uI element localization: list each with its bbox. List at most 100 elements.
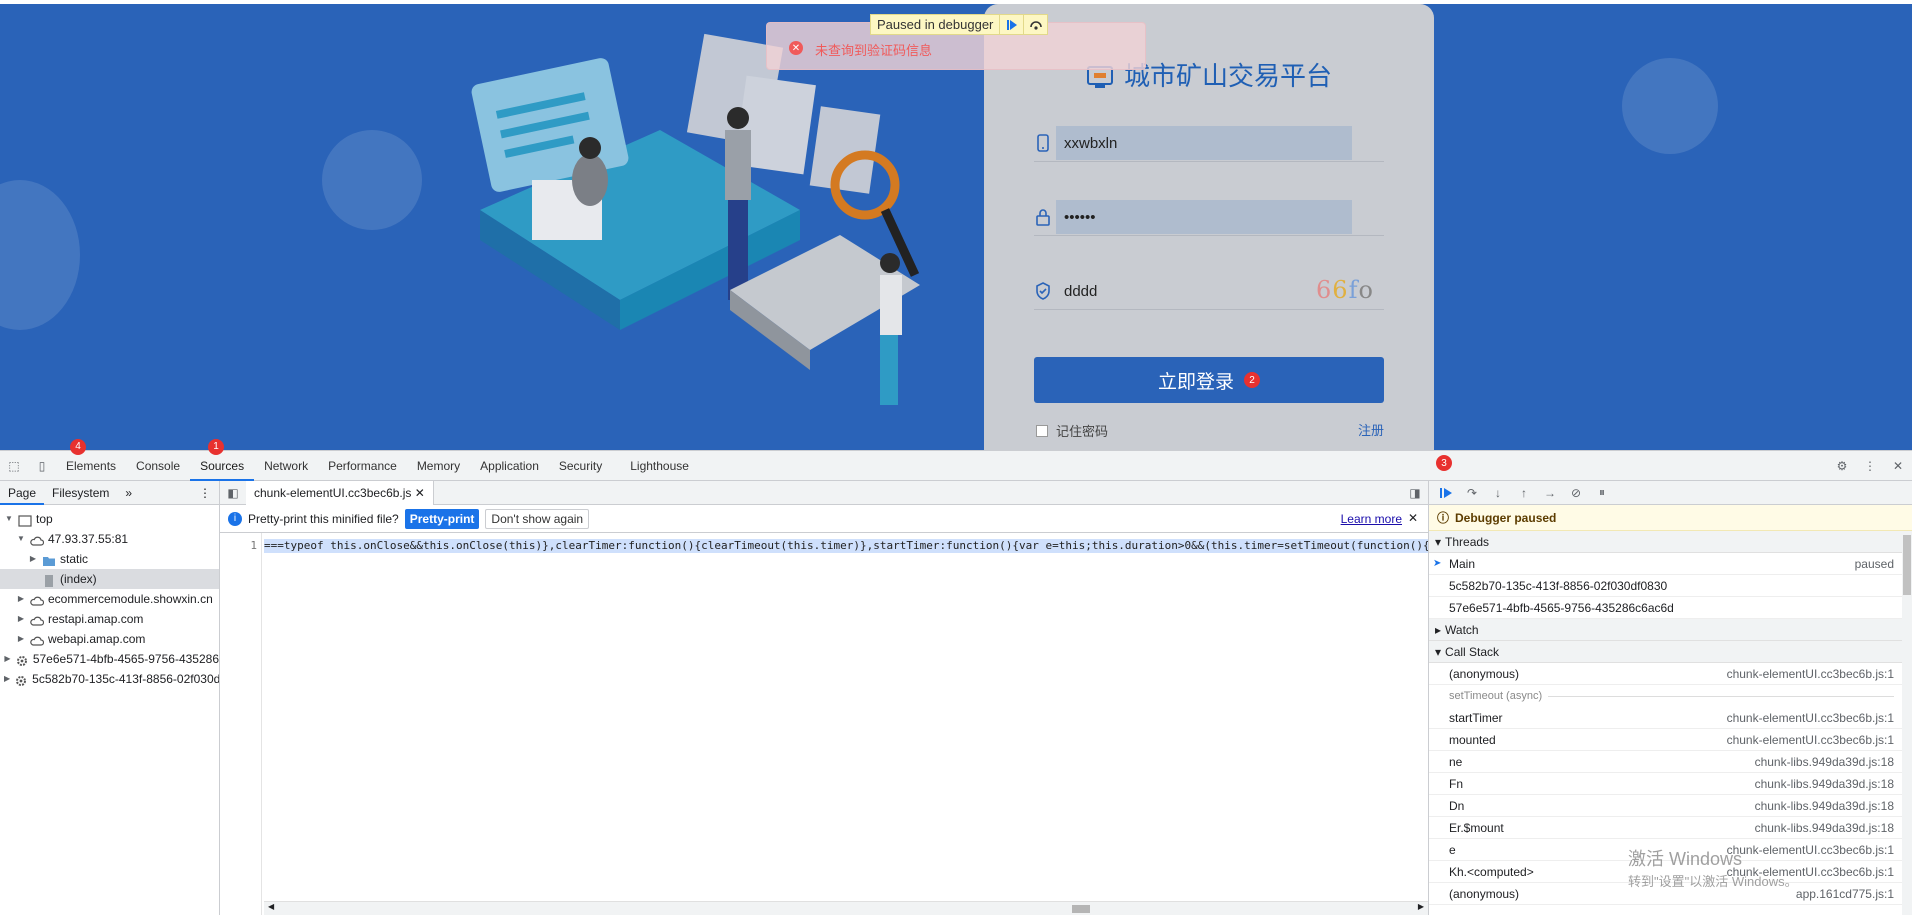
tree-item[interactable]: ▶ 5c582b70-135c-413f-8856-02f030d bbox=[0, 669, 219, 689]
callstack-section-header[interactable]: ▾ Call Stack bbox=[1429, 641, 1912, 663]
tab-memory[interactable]: Memory bbox=[407, 451, 470, 481]
callstack-frame[interactable]: mounted chunk-elementUI.cc3bec6b.js:1 bbox=[1429, 729, 1912, 751]
collapsed-triangle-icon[interactable]: ▶ bbox=[4, 669, 10, 689]
tree-item[interactable]: ▼ top bbox=[0, 509, 219, 529]
inspect-element-icon[interactable]: ⬚ bbox=[0, 451, 28, 481]
file-tab[interactable]: chunk-elementUI.cc3bec6b.js ✕ bbox=[246, 480, 434, 505]
watch-section-header[interactable]: ▸ Watch bbox=[1429, 619, 1912, 641]
learn-more-link[interactable]: Learn more bbox=[1341, 512, 1402, 526]
code-area[interactable]: 1 ===typeof this.onClose&&this.onClose(t… bbox=[220, 533, 1428, 915]
tree-item[interactable]: ▶ 57e6e571-4bfb-4565-9756-435286 bbox=[0, 649, 219, 669]
tree-item[interactable]: ▶ restapi.amap.com bbox=[0, 609, 219, 629]
callstack-frame[interactable]: (anonymous) chunk-elementUI.cc3bec6b.js:1 bbox=[1429, 663, 1912, 685]
code-line[interactable]: ===typeof this.onClose&&this.onClose(thi… bbox=[264, 539, 1428, 553]
toggle-debugger-icon[interactable]: ◨ bbox=[1402, 481, 1428, 505]
nav-tab-page[interactable]: Page bbox=[0, 481, 45, 505]
captcha-input[interactable] bbox=[1056, 274, 1352, 308]
callstack-frame[interactable]: startTimer chunk-elementUI.cc3bec6b.js:1 bbox=[1429, 707, 1912, 729]
step-into-icon[interactable]: ↓ bbox=[1487, 483, 1509, 503]
callstack-frame[interactable]: Kh.<computed> chunk-elementUI.cc3bec6b.js… bbox=[1429, 861, 1912, 883]
nav-more-tabs[interactable]: » bbox=[117, 481, 140, 505]
callstack-frame[interactable]: ne chunk-libs.949da39d.js:18 bbox=[1429, 751, 1912, 773]
step-over-icon[interactable] bbox=[1023, 15, 1047, 34]
expanded-triangle-icon[interactable]: ▼ bbox=[16, 529, 26, 549]
pause-on-exceptions-icon[interactable]: ⏸ bbox=[1591, 483, 1613, 503]
callstack-frame[interactable]: e chunk-elementUI.cc3bec6b.js:1 bbox=[1429, 839, 1912, 861]
tree-item[interactable]: ▶ webapi.amap.com bbox=[0, 629, 219, 649]
dont-show-again-button[interactable]: Don't show again bbox=[485, 508, 590, 529]
scroll-right-icon[interactable]: ▶ bbox=[1418, 902, 1424, 911]
frame-location[interactable]: chunk-libs.949da39d.js:18 bbox=[1755, 795, 1894, 816]
remember-checkbox[interactable] bbox=[1036, 424, 1048, 437]
frame-location[interactable]: chunk-libs.949da39d.js:18 bbox=[1755, 817, 1894, 838]
username-input[interactable] bbox=[1056, 126, 1352, 160]
step-icon[interactable]: → bbox=[1539, 483, 1561, 503]
toggle-navigator-icon[interactable]: ◧ bbox=[220, 481, 246, 505]
threads-label: Threads bbox=[1445, 534, 1490, 549]
nav-menu-icon[interactable]: ⋮ bbox=[191, 481, 219, 505]
expanded-triangle-icon[interactable]: ▼ bbox=[4, 509, 14, 529]
scroll-left-icon[interactable]: ◀ bbox=[268, 902, 274, 911]
tree-item[interactable]: ▶ ecommercemodule.showxin.cn bbox=[0, 589, 219, 609]
frame-location[interactable]: app.161cd775.js:1 bbox=[1796, 883, 1894, 904]
tree-item[interactable]: ▶ static bbox=[0, 549, 219, 569]
remember-password[interactable]: 记住密码 bbox=[1036, 421, 1108, 440]
tab-security[interactable]: Security bbox=[549, 451, 612, 481]
vertical-scrollbar[interactable] bbox=[1902, 531, 1912, 915]
tab-console[interactable]: Console bbox=[126, 451, 190, 481]
step-out-icon[interactable]: ↑ bbox=[1513, 483, 1535, 503]
frame-location[interactable]: chunk-elementUI.cc3bec6b.js:1 bbox=[1727, 663, 1894, 684]
step-over-icon[interactable]: ↷ bbox=[1461, 483, 1483, 503]
resume-icon[interactable] bbox=[999, 15, 1023, 34]
pretty-print-button[interactable]: Pretty-print bbox=[404, 508, 480, 529]
scroll-thumb[interactable] bbox=[1903, 535, 1911, 595]
collapsed-triangle-icon[interactable]: ▶ bbox=[4, 649, 11, 669]
collapsed-triangle-icon[interactable]: ▶ bbox=[16, 589, 26, 609]
nav-tab-filesystem[interactable]: Filesystem bbox=[44, 481, 117, 505]
close-devtools-icon[interactable]: ✕ bbox=[1884, 451, 1912, 481]
collapsed-triangle-icon[interactable]: ▶ bbox=[28, 549, 38, 569]
tree-item[interactable]: ▼ 47.93.37.55:81 bbox=[0, 529, 219, 549]
deactivate-breakpoints-icon[interactable]: ⊘ bbox=[1565, 483, 1587, 503]
tab-elements[interactable]: Elements 4 bbox=[56, 438, 126, 481]
password-field bbox=[1034, 198, 1384, 236]
threads-section-header[interactable]: ▾ Threads bbox=[1429, 531, 1912, 553]
frame-location[interactable]: chunk-libs.949da39d.js:18 bbox=[1755, 773, 1894, 794]
frame-location[interactable]: chunk-elementUI.cc3bec6b.js:1 bbox=[1727, 707, 1894, 728]
callstack-frame[interactable]: Fn chunk-libs.949da39d.js:18 bbox=[1429, 773, 1912, 795]
scroll-thumb[interactable] bbox=[1072, 905, 1090, 913]
line-number[interactable]: 1 bbox=[250, 539, 257, 552]
frame-location[interactable]: chunk-elementUI.cc3bec6b.js:1 bbox=[1727, 839, 1894, 860]
captcha-image[interactable]: 66fo bbox=[1316, 276, 1384, 306]
thread-row[interactable]: ➤ Main paused bbox=[1429, 553, 1912, 575]
register-link[interactable]: 注册 bbox=[1358, 420, 1384, 439]
password-input[interactable] bbox=[1056, 200, 1352, 234]
close-infobar-icon[interactable]: ✕ bbox=[1408, 511, 1418, 525]
tab-lighthouse[interactable]: Lighthouse bbox=[620, 451, 699, 481]
frame-location[interactable]: chunk-elementUI.cc3bec6b.js:1 bbox=[1727, 861, 1894, 882]
thread-row[interactable]: 57e6e571-4bfb-4565-9756-435286c6ac6d bbox=[1429, 597, 1912, 619]
file-tab-label: chunk-elementUI.cc3bec6b.js bbox=[254, 485, 412, 500]
thread-row[interactable]: 5c582b70-135c-413f-8856-02f030df0830 bbox=[1429, 575, 1912, 597]
tab-sources[interactable]: Sources 1 bbox=[190, 438, 255, 481]
resume-icon[interactable] bbox=[1435, 483, 1457, 503]
callstack-frame[interactable]: Dn chunk-libs.949da39d.js:18 bbox=[1429, 795, 1912, 817]
login-button[interactable]: 立即登录 2 bbox=[1034, 357, 1384, 403]
line-gutter[interactable]: 1 bbox=[220, 533, 262, 915]
more-options-icon[interactable]: ⋮ bbox=[1856, 451, 1884, 481]
callstack-frame[interactable]: (anonymous) app.161cd775.js:1 bbox=[1429, 883, 1912, 905]
collapsed-triangle-icon[interactable]: ▶ bbox=[16, 629, 26, 649]
collapsed-triangle-icon[interactable]: ▶ bbox=[16, 609, 26, 629]
device-toolbar-icon[interactable]: ▯ bbox=[28, 451, 56, 481]
settings-gear-icon[interactable]: ⚙ bbox=[1828, 451, 1856, 481]
tab-application[interactable]: Application bbox=[470, 451, 549, 481]
frame-location[interactable]: chunk-elementUI.cc3bec6b.js:1 bbox=[1727, 729, 1894, 750]
frame-location[interactable]: chunk-libs.949da39d.js:18 bbox=[1755, 751, 1894, 772]
cloud-icon bbox=[30, 593, 45, 606]
tree-item[interactable]: (index) bbox=[0, 569, 219, 589]
close-tab-icon[interactable]: ✕ bbox=[415, 486, 425, 500]
callstack-frame[interactable]: Er.$mount chunk-libs.949da39d.js:18 bbox=[1429, 817, 1912, 839]
horizontal-scrollbar[interactable]: ◀ ▶ bbox=[264, 901, 1428, 915]
tab-performance[interactable]: Performance bbox=[318, 451, 407, 481]
tab-network[interactable]: Network bbox=[254, 451, 318, 481]
